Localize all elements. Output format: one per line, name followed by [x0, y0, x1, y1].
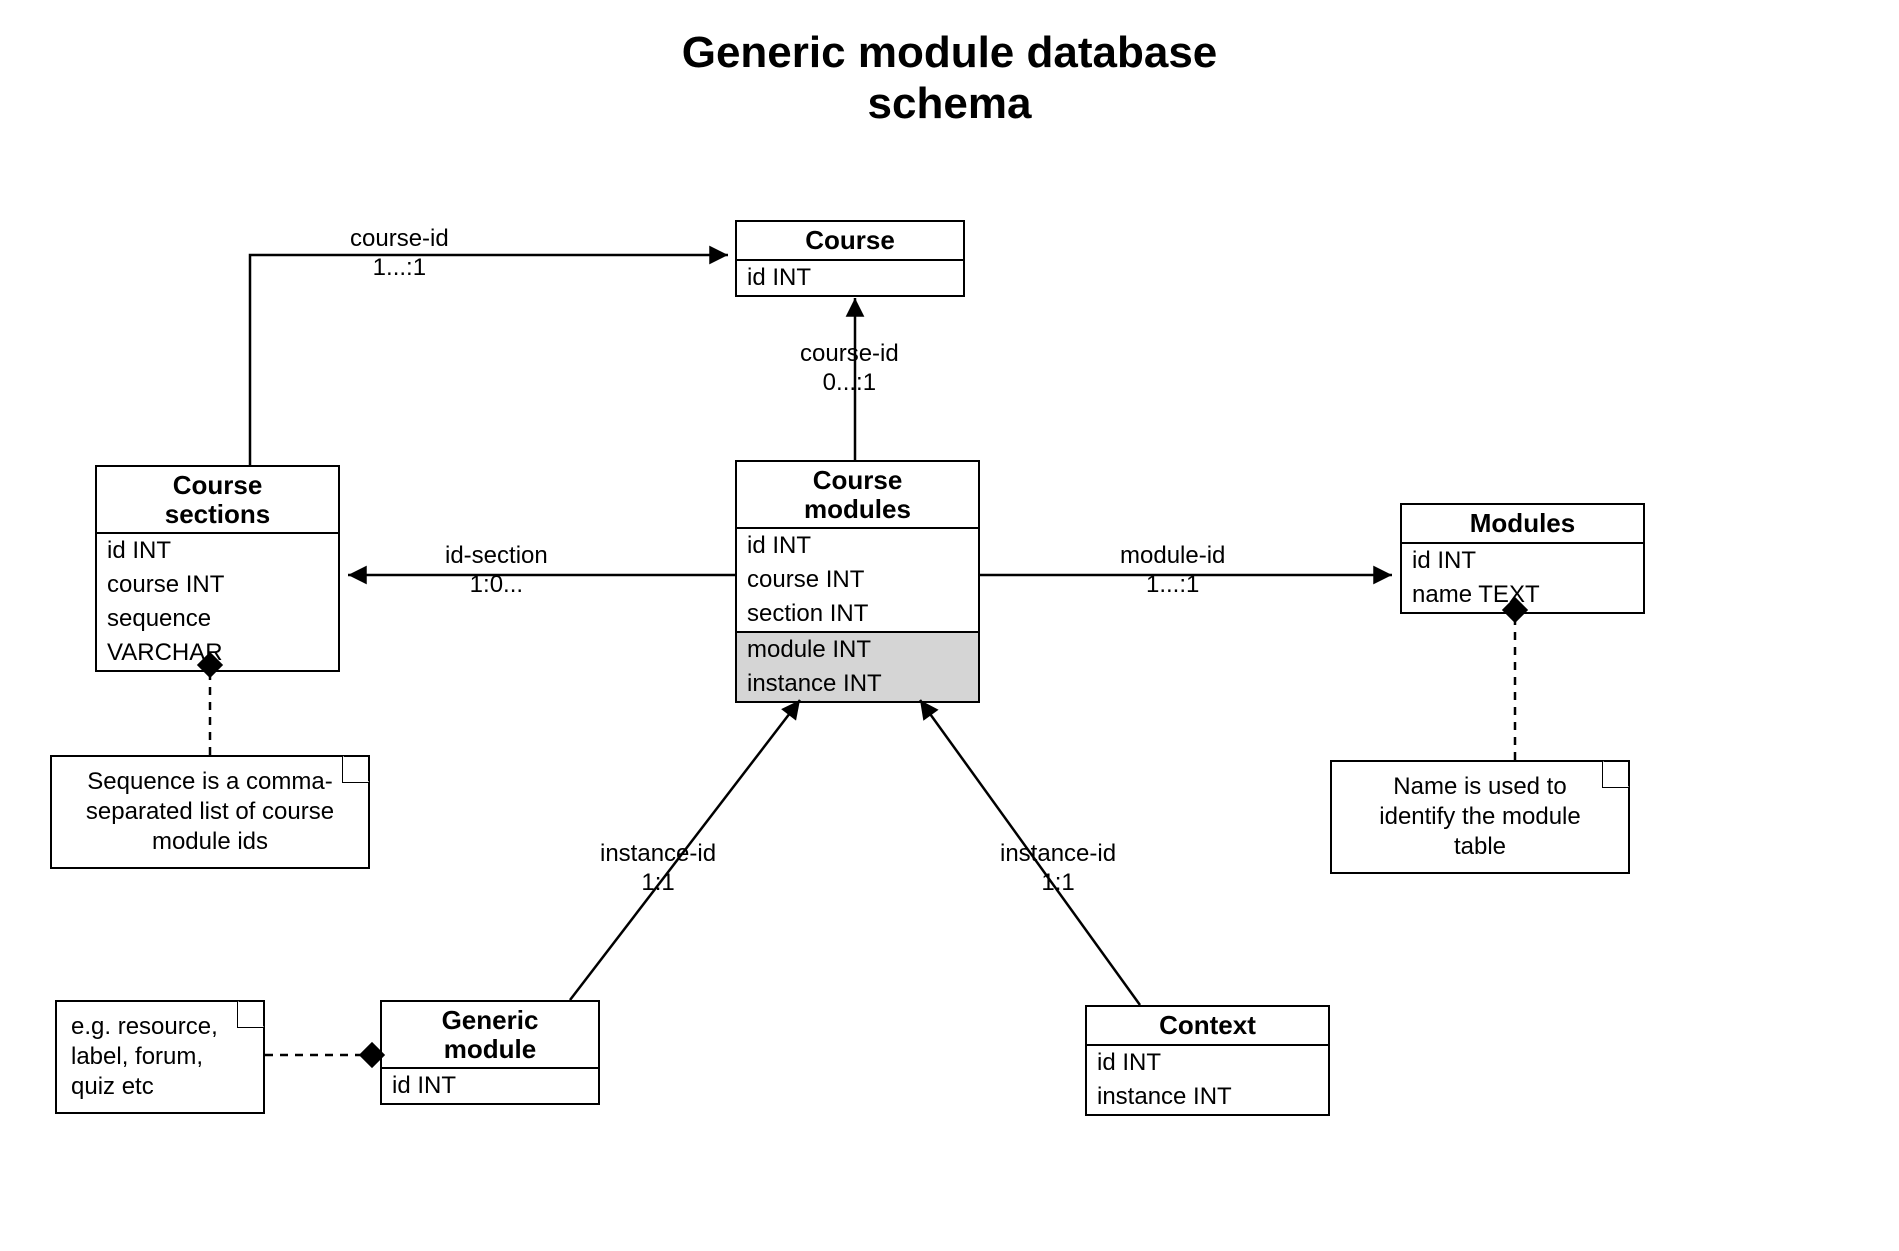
entity-course-field: id INT: [737, 261, 963, 295]
entity-modules-name: Modules: [1402, 505, 1643, 544]
entity-context-field: instance INT: [1087, 1080, 1328, 1114]
entity-course-modules-field: instance INT: [737, 667, 978, 701]
dogear-icon: [342, 755, 370, 783]
entity-generic-module-name: Generic module: [382, 1002, 598, 1069]
entity-course-sections-field: sequence: [97, 602, 338, 636]
entity-course-modules-field: id INT: [737, 529, 978, 563]
note-course-sections: Sequence is a comma- separated list of c…: [50, 755, 370, 869]
entity-course-modules: Course modules id INT course INT section…: [735, 460, 980, 703]
edge-label-gm-cm: instance-id 1:1: [600, 840, 716, 898]
entity-course: Course id INT: [735, 220, 965, 297]
title-line-2: schema: [868, 79, 1032, 128]
entity-course-sections-name: Course sections: [97, 467, 338, 534]
dogear-icon: [237, 1000, 265, 1028]
entity-modules-field: id INT: [1402, 544, 1643, 578]
entity-course-name: Course: [737, 222, 963, 261]
diagram-title: Generic module database schema: [0, 28, 1899, 129]
entity-modules-field: name TEXT: [1402, 578, 1643, 612]
entity-context: Context id INT instance INT: [1085, 1005, 1330, 1116]
entity-context-field: id INT: [1087, 1046, 1328, 1080]
entity-context-name: Context: [1087, 1007, 1328, 1046]
entity-course-modules-field: module INT: [737, 631, 978, 667]
edge-cs-to-course: [250, 255, 728, 465]
entity-generic-module: Generic module id INT: [380, 1000, 600, 1105]
title-line-1: Generic module database: [682, 28, 1218, 77]
edge-label-cm-cs: id-section 1:0...: [445, 542, 548, 600]
entity-course-sections-field: course INT: [97, 568, 338, 602]
entity-course-sections-field: VARCHAR: [97, 636, 338, 670]
entity-course-modules-field: course INT: [737, 563, 978, 597]
entity-modules: Modules id INT name TEXT: [1400, 503, 1645, 614]
diagram-canvas: Generic module database schema Course id…: [0, 0, 1899, 1251]
dogear-icon: [1602, 760, 1630, 788]
note-generic-module: e.g. resource, label, forum, quiz etc: [55, 1000, 265, 1114]
entity-course-sections-field: id INT: [97, 534, 338, 568]
entity-course-modules-name: Course modules: [737, 462, 978, 529]
edge-label-ctx-cm: instance-id 1:1: [1000, 840, 1116, 898]
entity-course-sections: Course sections id INT course INT sequen…: [95, 465, 340, 672]
edge-label-cm-modules: module-id 1...:1: [1120, 542, 1225, 600]
edge-label-cs-course: course-id 1...:1: [350, 225, 449, 283]
entity-course-modules-field: section INT: [737, 597, 978, 631]
edge-label-cm-course: course-id 0...:1: [800, 340, 899, 398]
entity-generic-module-field: id INT: [382, 1069, 598, 1103]
note-modules: Name is used to identify the module tabl…: [1330, 760, 1630, 874]
